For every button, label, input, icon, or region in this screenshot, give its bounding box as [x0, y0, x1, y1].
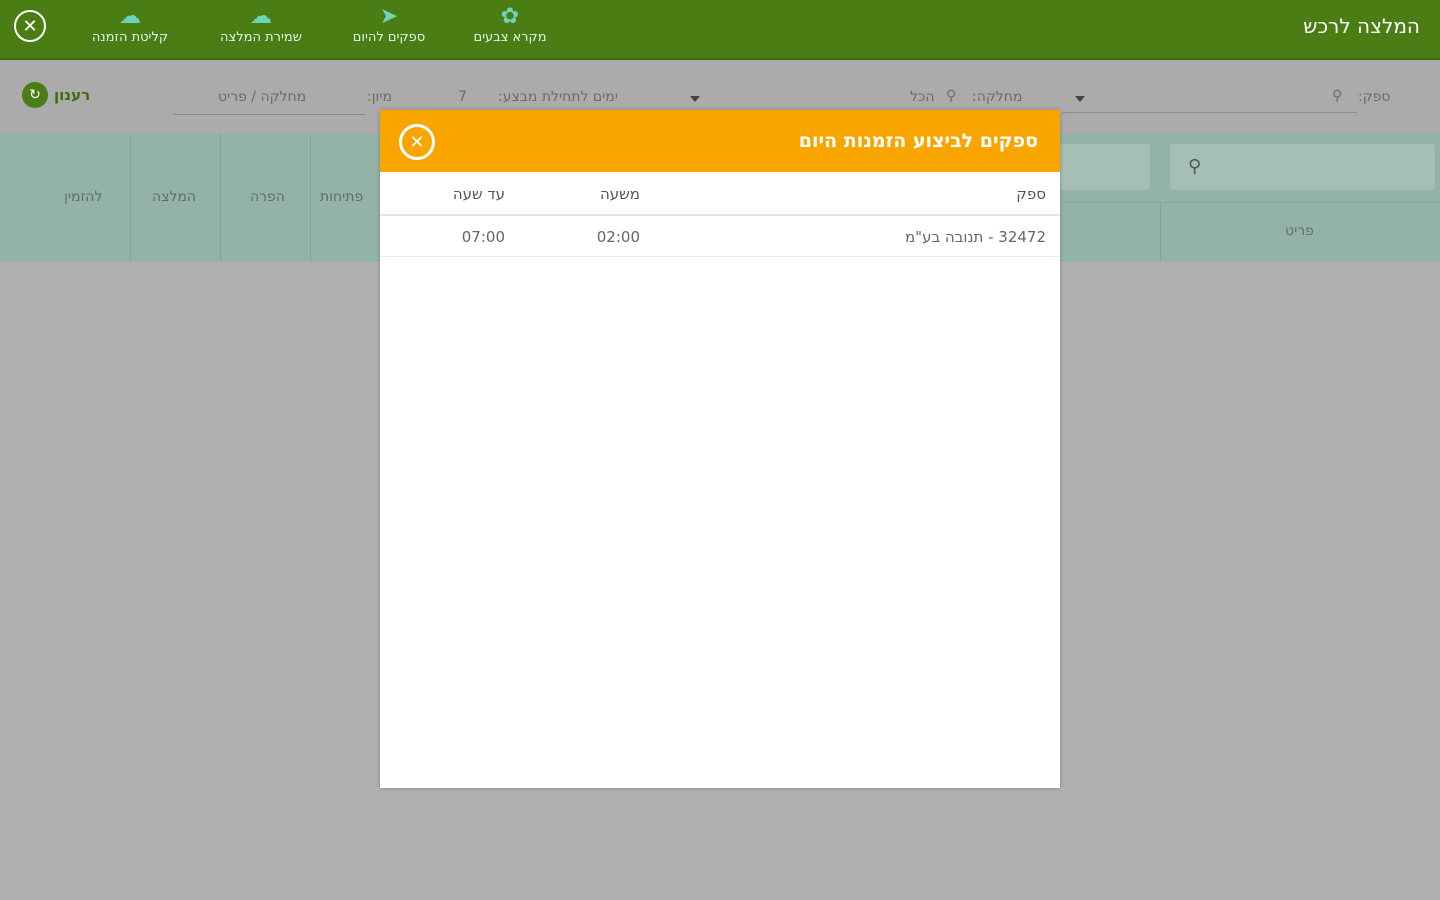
search-icon: ⚲ — [1188, 156, 1202, 177]
header-separator — [1060, 202, 1440, 203]
col-divider — [310, 134, 311, 262]
sort-field[interactable]: מחלקה / פריט — [218, 89, 306, 105]
refresh-button[interactable]: ↻ רענון — [22, 82, 90, 108]
column-header-supplier: ספק — [1016, 185, 1046, 203]
column-header-from: משעה — [599, 185, 640, 203]
table-row[interactable]: 32472 - תנובה בע"מ 02:00 07:00 — [380, 216, 1060, 257]
sort-field-underline — [173, 114, 365, 115]
color-legend-button[interactable]: ✿ מקרא צבעים — [462, 4, 558, 54]
department-value[interactable]: הכל — [910, 89, 935, 105]
palette-icon: ✿ — [500, 4, 520, 29]
suppliers-today-label: ספקים להיום — [352, 30, 426, 45]
dialog-title: ספקים לביצוע הזמנות היום — [798, 130, 1038, 152]
dialog-header: ✕ ספקים לביצוע הזמנות היום — [380, 110, 1060, 172]
cloud-upload-icon: ☁ — [250, 4, 272, 29]
receive-order-label: קליטת הזמנה — [91, 30, 169, 45]
department-dropdown-icon[interactable] — [1075, 96, 1085, 102]
days-dropdown-icon[interactable] — [690, 96, 700, 102]
dialog-table-header: ספק משעה עד שעה — [380, 172, 1060, 216]
column-header-to: עד שעה — [452, 185, 505, 203]
department-search-icon[interactable]: ⚲ — [946, 88, 956, 104]
column-header-recommendation[interactable]: המלצה — [152, 189, 196, 205]
department-label: מחלקה: — [972, 89, 1023, 105]
color-legend-label: מקרא צבעים — [473, 30, 547, 45]
sort-label: מיון: — [367, 89, 392, 105]
column-header-violation[interactable]: הפרה — [250, 189, 285, 205]
supplier-field-underline — [1062, 112, 1357, 113]
close-icon: ✕ — [409, 131, 425, 153]
close-icon: ✕ — [22, 15, 38, 37]
receive-order-button[interactable]: ☁ קליטת הזמנה — [78, 4, 182, 54]
refresh-label: רענון — [54, 86, 91, 104]
filter-box[interactable] — [1060, 144, 1150, 190]
column-header-item[interactable]: פריט — [1285, 223, 1314, 239]
dialog-close-button[interactable]: ✕ — [399, 124, 435, 160]
save-recommendation-label: שמירת המלצה — [220, 30, 302, 45]
top-app-bar: ✕ ☁ קליטת הזמנה ☁ שמירת המלצה ➤ ספקים לה… — [0, 0, 1440, 60]
refresh-icon: ↻ — [22, 82, 48, 108]
save-recommendation-button[interactable]: ☁ שמירת המלצה — [205, 4, 317, 54]
col-divider — [220, 134, 221, 262]
page-title: המלצה לרכש — [1303, 14, 1420, 38]
cloud-check-icon: ☁ — [119, 4, 141, 29]
paper-plane-icon: ➤ — [379, 4, 399, 29]
col-divider — [1160, 202, 1161, 262]
supplier-cell: 32472 - תנובה בע"מ — [904, 228, 1046, 246]
suppliers-today-button[interactable]: ➤ ספקים להיום — [340, 4, 438, 54]
column-header-order[interactable]: להזמין — [64, 189, 102, 205]
supplier-search-icon[interactable]: ⚲ — [1332, 88, 1342, 104]
supplier-label: ספק: — [1358, 89, 1391, 105]
suppliers-today-dialog: ✕ ספקים לביצוע הזמנות היום ספק משעה עד ש… — [380, 110, 1060, 788]
item-search-input[interactable]: ⚲ — [1170, 144, 1435, 190]
to-time-cell: 07:00 — [461, 228, 505, 246]
days-value[interactable]: 7 — [458, 89, 467, 105]
from-time-cell: 02:00 — [596, 228, 640, 246]
days-label: ימים לתחילת מבצע: — [498, 89, 618, 105]
col-divider — [130, 134, 131, 262]
close-app-button[interactable]: ✕ — [14, 10, 46, 42]
column-header-openings[interactable]: פתיחות — [320, 189, 363, 205]
